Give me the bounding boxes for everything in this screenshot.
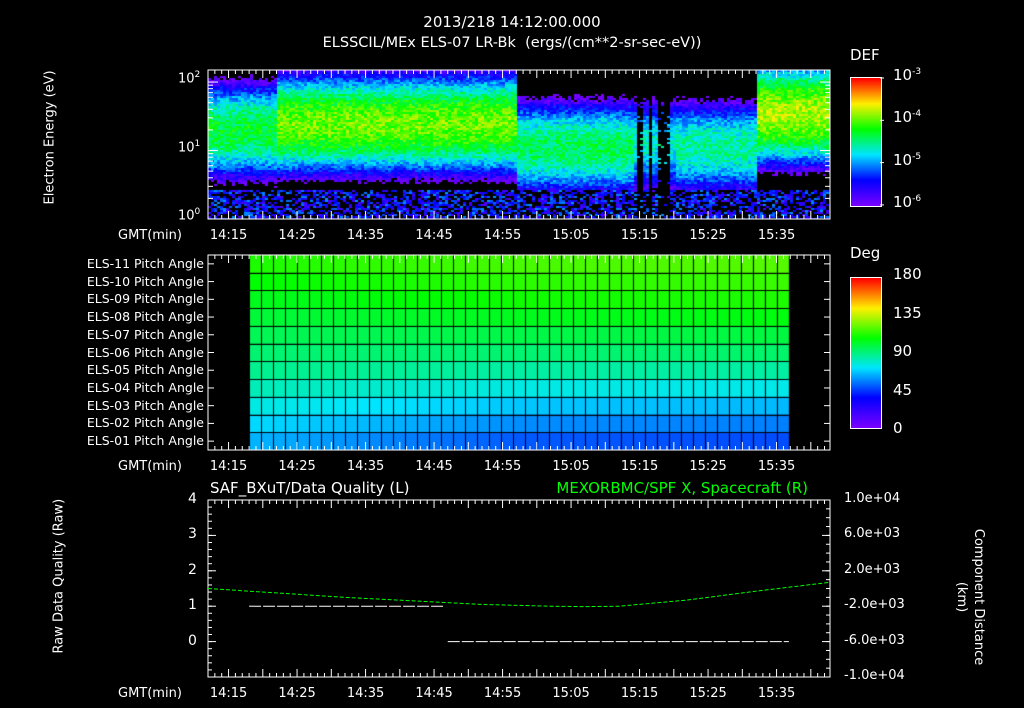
- deg-colorbar-tick-label: 90: [893, 342, 913, 360]
- def-colorbar-tick-label: 10-6: [893, 192, 922, 211]
- time-tick-label: 15:35: [757, 459, 796, 474]
- quality-tick-label: 4: [188, 491, 197, 507]
- def-colorbar-tick-label: 10-3: [893, 66, 922, 84]
- pitch-row-label: ELS-03 Pitch Angle: [86, 397, 204, 413]
- time-tick-label: 14:45: [415, 228, 453, 243]
- quality-tick-label: 1: [188, 597, 197, 614]
- time-tick-label: 14:55: [483, 228, 522, 243]
- def-colorbar-tick-label: 10-4: [893, 108, 922, 127]
- deg-colorbar-tick-label: 45: [893, 380, 913, 399]
- quality-tick-label: 3: [188, 526, 197, 543]
- quality-tick-label: 0: [188, 632, 197, 649]
- time-tick-label: 14:15: [209, 686, 248, 701]
- pitch-row-label: ELS-11 Pitch Angle: [86, 255, 204, 271]
- time-tick-label: 15:25: [689, 228, 727, 243]
- panel-frame: [207, 499, 831, 678]
- time-tick-label: 14:45: [415, 686, 453, 701]
- pitch-row-label: ELS-09 Pitch Angle: [86, 291, 204, 307]
- time-tick-label: 15:15: [620, 228, 659, 243]
- time-tick-label: 14:55: [483, 686, 522, 701]
- pitch-row-label: ELS-08 Pitch Angle: [86, 309, 204, 325]
- time-tick-label: 14:25: [278, 686, 316, 701]
- time-tick-label: 15:25: [689, 686, 727, 701]
- time-tick-label: 14:15: [209, 228, 248, 243]
- deg-colorbar-tick-label: 0: [893, 419, 903, 437]
- time-tick-label: 15:25: [689, 459, 727, 474]
- def-colorbar-tick-label: 10-5: [893, 150, 922, 169]
- pitch-row-label: ELS-06 Pitch Angle: [86, 344, 204, 360]
- pitch-row-label: ELS-01 Pitch Angle: [86, 433, 204, 449]
- distance-tick-label: -6.0e+03: [844, 632, 905, 648]
- deg-colorbar-tick-label: 135: [893, 303, 922, 322]
- time-tick-label: 14:35: [346, 228, 385, 243]
- time-tick-label: 15:05: [552, 228, 590, 243]
- time-tick-label: 14:25: [278, 228, 316, 243]
- deg-colorbar-tick-label: 180: [893, 265, 922, 283]
- pitch-row-label: ELS-07 Pitch Angle: [86, 326, 204, 342]
- time-tick-label: 14:15: [209, 459, 248, 474]
- pitch-row-label: ELS-04 Pitch Angle: [86, 379, 204, 395]
- time-tick-label: 14:35: [346, 459, 385, 474]
- time-axis-label: GMT(min): [118, 459, 182, 474]
- spf-x-line: [207, 581, 831, 608]
- time-tick-label: 14:55: [483, 459, 522, 474]
- distance-tick-label: 1.0e+04: [844, 491, 901, 506]
- time-tick-label: 14:25: [278, 459, 316, 474]
- time-tick-label: 15:15: [620, 459, 659, 474]
- distance-tick-label: -2.0e+03: [844, 597, 905, 613]
- pitch-row-label: ELS-05 Pitch Angle: [86, 362, 204, 378]
- time-tick-label: 15:35: [757, 686, 796, 701]
- time-tick-label: 15:05: [552, 459, 590, 474]
- time-tick-label: 15:35: [757, 228, 796, 243]
- time-tick-label: 14:45: [415, 459, 453, 474]
- pitch-row-label: ELS-02 Pitch Angle: [86, 415, 204, 431]
- panel-frame: [207, 69, 831, 220]
- quality-tick-label: 2: [188, 561, 197, 578]
- energy-tick-label: 101: [178, 138, 201, 155]
- pitch-row-label: ELS-10 Pitch Angle: [86, 273, 204, 289]
- time-axis-label: GMT(min): [118, 228, 182, 243]
- time-axis-label: GMT(min): [118, 686, 182, 701]
- time-tick-label: 15:05: [552, 686, 590, 701]
- distance-tick-label: 2.0e+03: [844, 561, 901, 577]
- time-tick-label: 15:15: [620, 686, 659, 701]
- distance-tick-label: 6.0e+03: [844, 526, 901, 542]
- distance-tick-label: -1.0e+04: [844, 668, 905, 683]
- time-tick-label: 14:35: [346, 686, 385, 701]
- panel-frame: [207, 254, 831, 451]
- energy-tick-label: 100: [178, 207, 201, 224]
- energy-tick-label: 102: [178, 70, 201, 87]
